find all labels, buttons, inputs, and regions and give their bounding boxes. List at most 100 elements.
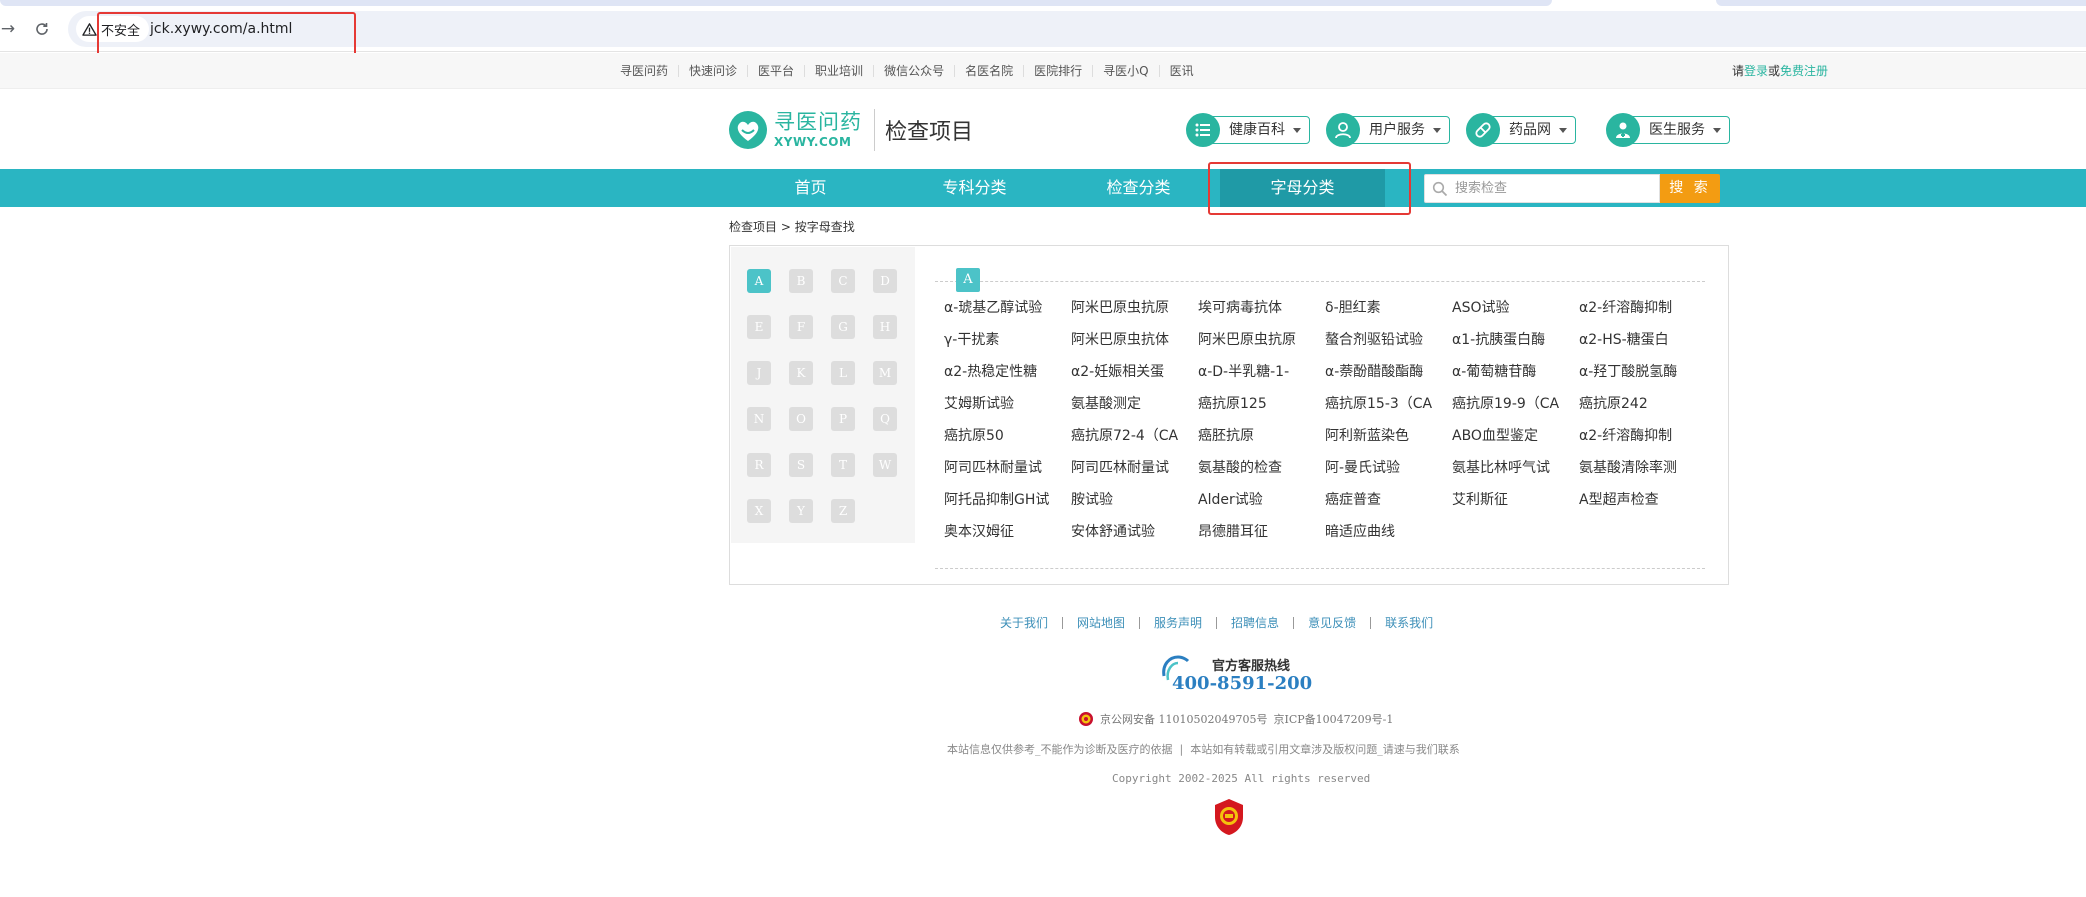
letter-r[interactable]: R bbox=[747, 453, 771, 477]
exam-item[interactable]: 阿米巴原虫抗原 bbox=[1198, 330, 1320, 362]
drug-site-dropdown[interactable]: 药品网 bbox=[1466, 113, 1576, 147]
exam-item[interactable]: 氨基酸清除率测 bbox=[1579, 458, 1701, 490]
letter-j[interactable]: J bbox=[747, 361, 771, 385]
exam-item[interactable]: α-D-半乳糖-1- bbox=[1198, 362, 1320, 394]
letter-w[interactable]: W bbox=[873, 453, 897, 477]
exam-item[interactable]: 阿米巴原虫抗原 bbox=[1071, 298, 1193, 330]
letter-k[interactable]: K bbox=[789, 361, 813, 385]
nav-home[interactable]: 首页 bbox=[728, 169, 893, 207]
login-link[interactable]: 登录 bbox=[1744, 64, 1768, 78]
letter-a[interactable]: A bbox=[747, 269, 771, 293]
nav-letter-category[interactable]: 字母分类 bbox=[1220, 169, 1385, 207]
top-link[interactable]: 医院排行 bbox=[1023, 65, 1092, 77]
exam-item[interactable]: 阿托品抑制GH试 bbox=[944, 490, 1066, 522]
exam-item[interactable]: 艾利斯征 bbox=[1452, 490, 1574, 522]
footer-link[interactable]: 关于我们 bbox=[994, 617, 1062, 629]
top-link[interactable]: 职业培训 bbox=[804, 65, 873, 77]
user-service-dropdown[interactable]: 用户服务 bbox=[1326, 113, 1450, 147]
exam-item[interactable]: 奥本汉姆征 bbox=[944, 522, 1066, 554]
icp-record[interactable]: 京ICP备10047209号-1 bbox=[1273, 711, 1393, 727]
letter-c[interactable]: C bbox=[831, 269, 855, 293]
reload-icon[interactable] bbox=[30, 17, 54, 41]
footer-link[interactable]: 网站地图 bbox=[1062, 617, 1139, 629]
exam-item[interactable]: 癌抗原50 bbox=[944, 426, 1066, 458]
top-link[interactable]: 快速问诊 bbox=[678, 65, 747, 77]
exam-item[interactable]: α2-热稳定性糖 bbox=[944, 362, 1066, 394]
top-link[interactable]: 微信公众号 bbox=[873, 65, 954, 77]
footer-link[interactable]: 联系我们 bbox=[1370, 617, 1447, 629]
footer-link[interactable]: 服务声明 bbox=[1139, 617, 1216, 629]
letter-e[interactable]: E bbox=[747, 315, 771, 339]
exam-item[interactable]: 胺试验 bbox=[1071, 490, 1193, 522]
letter-q[interactable]: Q bbox=[873, 407, 897, 431]
exam-item[interactable]: 暗适应曲线 bbox=[1325, 522, 1447, 554]
search-button[interactable]: 搜 索 bbox=[1660, 174, 1720, 203]
top-link[interactable]: 名医名院 bbox=[954, 65, 1023, 77]
url-text[interactable]: jck.xywy.com/a.html bbox=[150, 11, 292, 47]
exam-item[interactable]: α-琥基乙醇试验 bbox=[944, 298, 1066, 330]
exam-item[interactable]: α-萘酚醋酸酯酶 bbox=[1325, 362, 1447, 394]
exam-item[interactable]: 氨基比林呼气试 bbox=[1452, 458, 1574, 490]
exam-item[interactable]: ABO血型鉴定 bbox=[1452, 426, 1574, 458]
letter-p[interactable]: P bbox=[831, 407, 855, 431]
exam-item[interactable]: 阿利新蓝染色 bbox=[1325, 426, 1447, 458]
exam-item[interactable]: 阿米巴原虫抗体 bbox=[1071, 330, 1193, 362]
exam-item[interactable]: 安体舒通试验 bbox=[1071, 522, 1193, 554]
letter-n[interactable]: N bbox=[747, 407, 771, 431]
footer-link[interactable]: 意见反馈 bbox=[1293, 617, 1370, 629]
exam-item[interactable]: α2-纤溶酶抑制 bbox=[1579, 426, 1701, 458]
exam-item[interactable]: 艾姆斯试验 bbox=[944, 394, 1066, 426]
exam-item[interactable]: α2-妊娠相关蛋 bbox=[1071, 362, 1193, 394]
letter-z[interactable]: Z bbox=[831, 499, 855, 523]
letter-f[interactable]: F bbox=[789, 315, 813, 339]
exam-item[interactable]: 阿司匹林耐量试 bbox=[1071, 458, 1193, 490]
address-bar[interactable]: 不安全 jck.xywy.com/a.html bbox=[68, 11, 2086, 47]
exam-item[interactable]: 昂德腊耳征 bbox=[1198, 522, 1320, 554]
breadcrumb-root[interactable]: 检查项目 bbox=[729, 220, 777, 234]
icp-police[interactable]: 京公网安备 11010502049705号 bbox=[1100, 711, 1267, 727]
exam-item[interactable]: 癌抗原72-4（CA bbox=[1071, 426, 1193, 458]
exam-item[interactable]: α2-HS-糖蛋白 bbox=[1579, 330, 1701, 362]
exam-item[interactable]: 阿-曼氏试验 bbox=[1325, 458, 1447, 490]
exam-item[interactable]: Alder试验 bbox=[1198, 490, 1320, 522]
search-input[interactable] bbox=[1424, 174, 1660, 203]
top-link[interactable]: 医讯 bbox=[1158, 65, 1204, 77]
exam-item[interactable]: 癌抗原19-9（CA bbox=[1452, 394, 1574, 426]
health-wiki-dropdown[interactable]: 健康百科 bbox=[1186, 113, 1310, 147]
exam-item[interactable]: δ-胆红素 bbox=[1325, 298, 1447, 330]
letter-x[interactable]: X bbox=[747, 499, 771, 523]
letter-y[interactable]: Y bbox=[789, 499, 813, 523]
nav-specialty[interactable]: 专科分类 bbox=[892, 169, 1057, 207]
exam-item[interactable]: A型超声检查 bbox=[1579, 490, 1701, 522]
forward-arrow-icon[interactable]: → bbox=[0, 17, 20, 41]
trust-emblem-icon[interactable] bbox=[1212, 797, 1246, 837]
register-link[interactable]: 免费注册 bbox=[1780, 64, 1828, 78]
exam-item[interactable]: 癌抗原125 bbox=[1198, 394, 1320, 426]
exam-item[interactable]: 癌抗原242 bbox=[1579, 394, 1701, 426]
letter-s[interactable]: S bbox=[789, 453, 813, 477]
exam-item[interactable]: α-葡萄糖苷酶 bbox=[1452, 362, 1574, 394]
exam-item[interactable]: α-羟丁酸脱氢酶 bbox=[1579, 362, 1701, 394]
exam-item[interactable]: 氨基酸测定 bbox=[1071, 394, 1193, 426]
top-link[interactable]: 医平台 bbox=[747, 65, 804, 77]
exam-item[interactable]: α1-抗胰蛋白酶 bbox=[1452, 330, 1574, 362]
exam-item[interactable]: α2-纤溶酶抑制 bbox=[1579, 298, 1701, 330]
exam-item[interactable]: 癌胚抗原 bbox=[1198, 426, 1320, 458]
exam-item[interactable]: 癌症普查 bbox=[1325, 490, 1447, 522]
exam-item[interactable]: 埃可病毒抗体 bbox=[1198, 298, 1320, 330]
letter-g[interactable]: G bbox=[831, 315, 855, 339]
exam-item[interactable]: γ-干扰素 bbox=[944, 330, 1066, 362]
security-chip[interactable]: 不安全 bbox=[76, 16, 150, 42]
exam-item[interactable]: 氨基酸的检查 bbox=[1198, 458, 1320, 490]
letter-m[interactable]: M bbox=[873, 361, 897, 385]
doctor-service-dropdown[interactable]: 医生服务 bbox=[1606, 113, 1730, 147]
exam-item[interactable]: 阿司匹林耐量试 bbox=[944, 458, 1066, 490]
letter-o[interactable]: O bbox=[789, 407, 813, 431]
exam-item[interactable]: 螯合剂驱铅试验 bbox=[1325, 330, 1447, 362]
exam-item[interactable]: 癌抗原15-3（CA bbox=[1325, 394, 1447, 426]
site-logo[interactable]: 寻医问药 XYWY.COM 检查项目 bbox=[728, 107, 973, 153]
nav-exam-category[interactable]: 检查分类 bbox=[1056, 169, 1221, 207]
letter-h[interactable]: H bbox=[873, 315, 897, 339]
letter-b[interactable]: B bbox=[789, 269, 813, 293]
footer-link[interactable]: 招聘信息 bbox=[1216, 617, 1293, 629]
